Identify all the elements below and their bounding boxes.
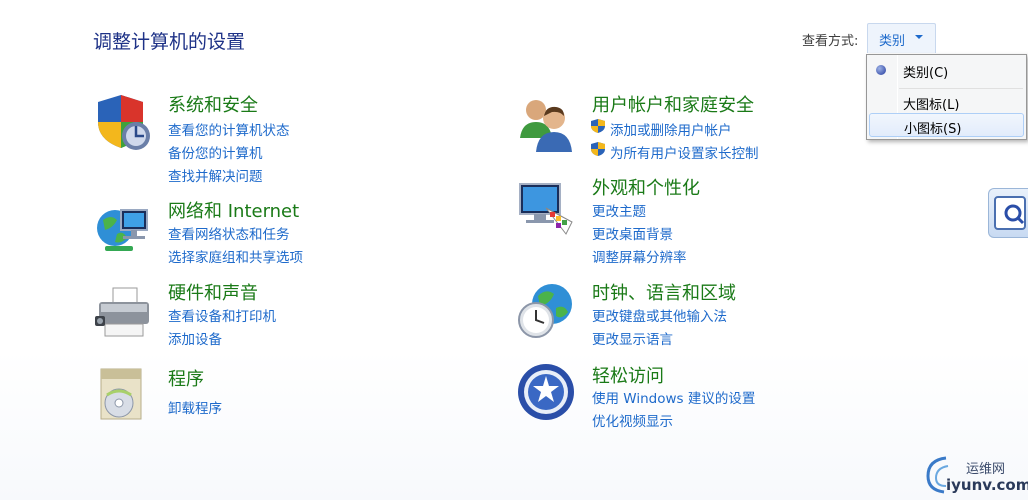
view-by-dropdown[interactable]: 类别 [867,23,936,53]
category-user-accounts[interactable]: 用户帐户和家庭安全 [592,91,754,117]
network-globe-icon[interactable] [93,200,153,260]
uac-shield-icon [591,142,605,156]
menu-item-label: 小图标(S) [904,122,962,137]
view-by-menu: 类别(C) 大图标(L) 小图标(S) [866,54,1027,140]
menu-item-label: 类别(C) [903,66,949,81]
clock-globe-icon[interactable] [516,280,576,340]
link-change-background[interactable]: 更改桌面背景 [592,223,673,243]
uac-shield-icon [591,119,605,133]
link-view-computer-status[interactable]: 查看您的计算机状态 [168,119,290,139]
category-hardware-sound[interactable]: 硬件和声音 [168,279,258,305]
category-programs[interactable]: 程序 [168,365,204,391]
watermark: 运维网 iyunv.com [920,452,1028,498]
watermark-cn: 运维网 [966,462,1006,477]
link-screen-resolution[interactable]: 调整屏幕分辨率 [592,246,687,266]
chevron-down-icon [915,35,923,39]
link-uninstall-program[interactable]: 卸载程序 [168,397,222,417]
dictionary-icon [994,196,1026,230]
link-devices-printers[interactable]: 查看设备和打印机 [168,305,276,325]
link-add-device[interactable]: 添加设备 [168,328,222,348]
ease-of-access-icon[interactable] [516,362,576,422]
category-ease-of-access[interactable]: 轻松访问 [592,362,664,388]
side-tool-tab[interactable] [988,188,1028,238]
link-network-status[interactable]: 查看网络状态和任务 [168,223,290,243]
menu-item-label: 大图标(L) [903,98,960,113]
menu-divider [899,88,1023,89]
printer-icon[interactable] [93,282,153,342]
monitor-palette-icon[interactable] [516,178,576,238]
category-clock-language-region[interactable]: 时钟、语言和区域 [592,279,736,305]
shield-icon[interactable] [93,92,153,152]
link-change-display-language[interactable]: 更改显示语言 [592,328,673,348]
link-recommended-settings[interactable]: 使用 Windows 建议的设置 [592,387,755,407]
link-change-theme[interactable]: 更改主题 [592,200,646,220]
category-network-internet[interactable]: 网络和 Internet [168,197,299,223]
view-by-label: 查看方式: [802,34,859,49]
link-troubleshoot[interactable]: 查找并解决问题 [168,165,263,185]
menu-item-large-icons[interactable]: 大图标(L) [869,90,1024,114]
menu-item-small-icons[interactable]: 小图标(S) [869,113,1024,137]
programs-box-icon[interactable] [93,365,153,425]
link-parental-controls[interactable]: 为所有用户设置家长控制 [610,142,759,162]
menu-item-category[interactable]: 类别(C) [869,58,1024,82]
page-title: 调整计算机的设置 [93,31,246,53]
link-add-remove-accounts[interactable]: 添加或删除用户帐户 [610,119,732,139]
link-backup-computer[interactable]: 备份您的计算机 [168,142,263,162]
category-appearance[interactable]: 外观和个性化 [592,174,700,200]
watermark-en: iyunv.com [946,476,1028,494]
link-homegroup-sharing[interactable]: 选择家庭组和共享选项 [168,246,303,266]
users-icon[interactable] [516,94,576,154]
link-optimize-video[interactable]: 优化视频显示 [592,410,673,430]
link-change-input-method[interactable]: 更改键盘或其他输入法 [592,305,727,325]
view-by-current: 类别 [879,34,906,49]
category-system-security[interactable]: 系统和安全 [168,91,258,117]
radio-bullet-icon [876,65,886,75]
